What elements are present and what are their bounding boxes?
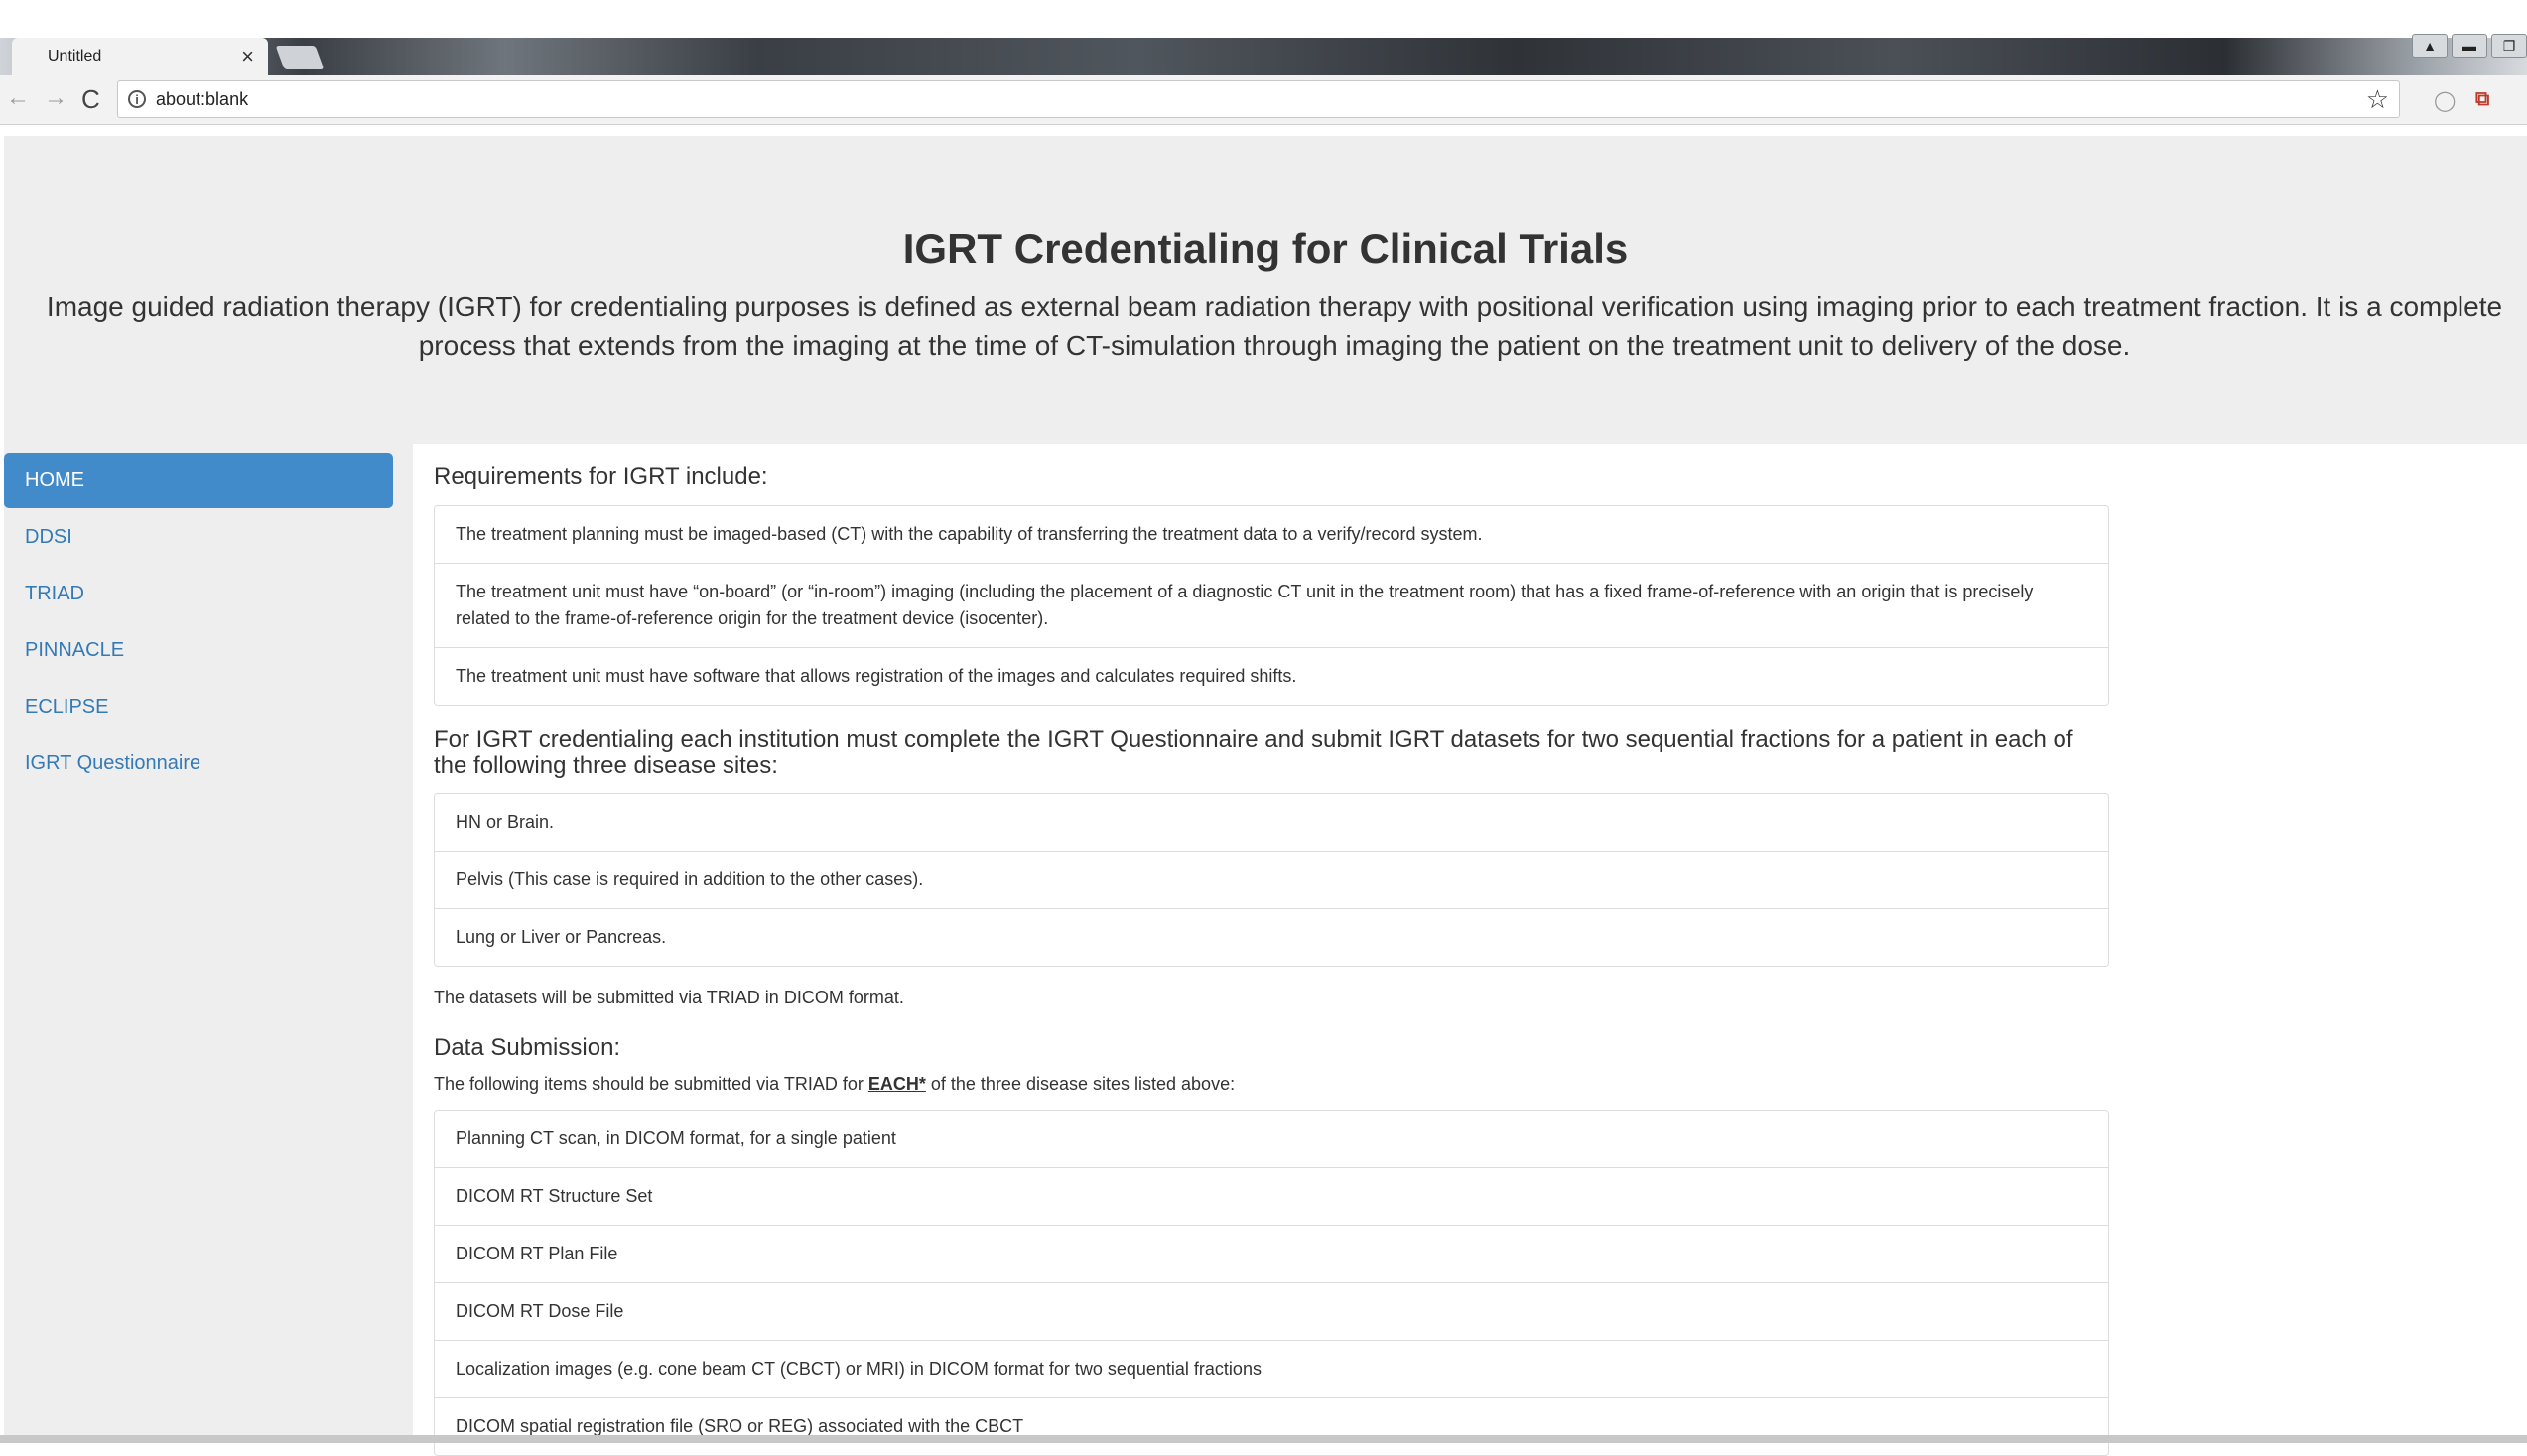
list-item: Lung or Liver or Pancreas. xyxy=(435,908,2108,966)
credentialing-heading: For IGRT credentialing each institution … xyxy=(434,727,2073,779)
maximize-icon[interactable]: ❐ xyxy=(2491,34,2527,58)
list-item: DICOM RT Structure Set xyxy=(435,1167,2108,1225)
user-icon[interactable]: ▲ xyxy=(2412,34,2448,58)
list-item: The treatment unit must have software th… xyxy=(435,647,2108,705)
forward-arrow-icon[interactable]: → xyxy=(44,86,67,110)
hero-description-line-2: process that extends from the imaging at… xyxy=(418,331,2131,361)
sidebar-item-ddsi[interactable]: DDSI xyxy=(4,509,393,565)
datasets-note: The datasets will be submitted via TRIAD… xyxy=(434,988,904,1007)
browser-tab[interactable]: Untitled × xyxy=(12,38,268,75)
sidebar-item-triad[interactable]: TRIAD xyxy=(4,566,393,621)
minimize-icon[interactable]: ▬ xyxy=(2452,34,2487,58)
submission-intro: The following items should be submitted … xyxy=(434,1074,1235,1095)
sidebar-item-igrt-questionnaire[interactable]: IGRT Questionnaire xyxy=(4,735,393,791)
sidebar-item-home[interactable]: HOME xyxy=(4,453,393,508)
list-item: DICOM spatial registration file (SRO or … xyxy=(435,1397,2108,1455)
close-tab-icon[interactable]: × xyxy=(241,46,254,67)
horizontal-scrollbar[interactable] xyxy=(0,1435,2527,1443)
new-tab-button[interactable] xyxy=(275,46,325,69)
submission-intro-end: of the three disease sites listed above: xyxy=(925,1074,1236,1094)
bookmark-star-icon[interactable]: ☆ xyxy=(2366,84,2389,115)
list-item: The treatment planning must be imaged-ba… xyxy=(456,524,1483,544)
hero-jumbotron: IGRT Credentialing for Clinical Trials I… xyxy=(4,136,2527,444)
submission-intro-emphasis: EACH* xyxy=(867,1074,926,1094)
sidebar-item-eclipse[interactable]: ECLIPSE xyxy=(4,679,393,734)
window-controls: ▲ ▬ ❐ xyxy=(2412,34,2527,58)
submission-intro-start: The following items should be submitted … xyxy=(434,1074,868,1094)
extension-circle-icon[interactable]: ◯ xyxy=(2434,88,2456,113)
back-arrow-icon[interactable]: ← xyxy=(6,86,30,110)
hero-description: Image guided radiation therapy (IGRT) fo… xyxy=(14,287,2527,366)
sidebar-item-pinnacle[interactable]: PINNACLE xyxy=(4,622,393,678)
pdf-extension-icon[interactable]: ⧉ xyxy=(2475,88,2489,111)
reload-icon[interactable]: C xyxy=(81,86,100,112)
list-item: The treatment unit must have “on-board” … xyxy=(435,563,2108,647)
data-submission-heading: Data Submission: xyxy=(434,1034,621,1061)
url-text[interactable]: about:blank xyxy=(156,89,2366,110)
list-item: Pelvis (This case is required in additio… xyxy=(435,851,2108,908)
browser-toolbar: ← → C i about:blank ☆ ◯ ⧉ xyxy=(0,75,2527,125)
tab-bar: Untitled × xyxy=(0,38,2527,75)
list-item: Localization images (e.g. cone beam CT (… xyxy=(435,1340,2108,1397)
info-icon[interactable]: i xyxy=(128,90,146,108)
tab-title: Untitled xyxy=(48,48,102,65)
list-item: DICOM RT Plan File xyxy=(435,1225,2108,1282)
list-item: DICOM RT Dose File xyxy=(435,1282,2108,1340)
disease-sites-list: HN or Brain. Pelvis (This case is requir… xyxy=(434,793,2109,967)
window-top-strip xyxy=(0,0,2527,38)
requirements-list: The treatment planning must be imaged-ba… xyxy=(434,505,2109,706)
address-bar[interactable]: i about:blank ☆ xyxy=(117,80,2400,118)
requirements-heading: Requirements for IGRT include: xyxy=(434,463,768,490)
list-item: HN or Brain. xyxy=(456,812,555,832)
page-title: IGRT Credentialing for Clinical Trials xyxy=(902,225,1629,272)
sidebar-nav: HOME DDSI TRIAD PINNACLE ECLIPSE IGRT Qu… xyxy=(4,453,393,792)
hero-description-line-1: Image guided radiation therapy (IGRT) fo… xyxy=(46,291,2503,322)
list-item: Planning CT scan, in DICOM format, for a… xyxy=(456,1128,896,1148)
submission-items-list: Planning CT scan, in DICOM format, for a… xyxy=(434,1110,2109,1456)
